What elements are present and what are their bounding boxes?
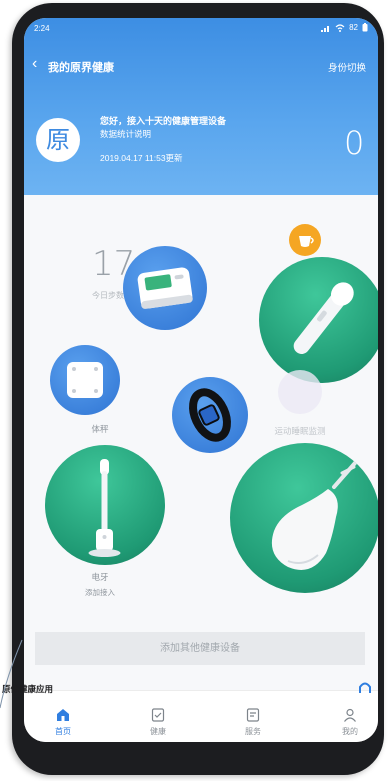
switch-identity-button[interactable]: 身份切换 <box>328 60 366 74</box>
tab-service-label: 服务 <box>245 727 261 736</box>
home-icon <box>57 709 69 721</box>
body-scale-icon <box>67 362 103 398</box>
status-icons: 82 <box>321 23 368 32</box>
tab-profile-label: 我的 <box>342 727 358 736</box>
tab-profile[interactable]: 我的 <box>320 691 378 742</box>
steps-label: 今日步数 <box>92 291 124 300</box>
status-time: 2:24 <box>34 24 50 33</box>
stats-note-link[interactable]: 数据统计说明 <box>100 128 151 140</box>
toothbrush-label: 电牙 <box>91 572 109 582</box>
battery-icon <box>362 23 368 32</box>
thermometer-bubble[interactable] <box>259 257 378 383</box>
wifi-icon <box>335 23 345 32</box>
tab-home-label: 首页 <box>55 727 71 736</box>
toothbrush-icon <box>88 459 121 557</box>
cup-device-bubble[interactable] <box>289 224 321 256</box>
back-arrow-icon[interactable]: ‹ <box>32 56 37 72</box>
body-scale-label: 体秤 <box>91 424 109 434</box>
earphone-device-bubble[interactable] <box>230 443 378 593</box>
tab-health[interactable]: 健康 <box>128 691 188 742</box>
bottom-tab-bar: 首页 健康 服务 我的 <box>24 690 378 742</box>
smart-band-icon <box>189 388 231 442</box>
arch-icon <box>359 682 371 693</box>
profile-summary: 您好，接入十天的健康管理设备 <box>100 116 227 126</box>
tab-home[interactable]: 首页 <box>33 691 93 742</box>
add-device-button[interactable]: 添加其他健康设备 <box>35 632 365 665</box>
cup-icon <box>299 236 314 247</box>
profile-icon <box>344 708 356 722</box>
meter-device-bubble[interactable] <box>123 246 207 330</box>
annotation-line <box>0 639 23 709</box>
signal-icon <box>321 25 330 32</box>
app-header: 2:24 82 ‹ 我的原界健康 身份切换 原 您好，接入十天的健康管理设备 数… <box>24 18 378 195</box>
device-count: 0 <box>344 124 365 162</box>
tab-health-label: 健康 <box>150 727 166 736</box>
body-scale-bubble[interactable] <box>50 345 120 415</box>
battery-level: 82 <box>349 23 358 32</box>
placeholder-bubble <box>278 370 322 414</box>
tab-service[interactable]: 服务 <box>223 691 283 742</box>
toothbrush-add-link[interactable]: 添加接入 <box>85 587 115 598</box>
health-doc-icon <box>151 708 165 722</box>
page-title: 我的原界健康 <box>48 62 114 74</box>
band-bubble[interactable] <box>172 377 248 453</box>
earphone-device-icon <box>271 453 364 570</box>
sleep-monitor-label: 运动睡眠监测 <box>274 426 326 436</box>
app-screen: 2:24 82 ‹ 我的原界健康 身份切换 原 您好，接入十天的健康管理设备 数… <box>24 18 378 742</box>
avatar[interactable]: 原 <box>36 118 80 162</box>
toothbrush-bubble[interactable] <box>45 445 165 565</box>
meter-device-icon <box>137 267 193 309</box>
updated-time: 2019.04.17 11:53更新 <box>100 153 183 163</box>
thermometer-icon <box>293 282 354 355</box>
service-doc-icon <box>246 708 260 722</box>
